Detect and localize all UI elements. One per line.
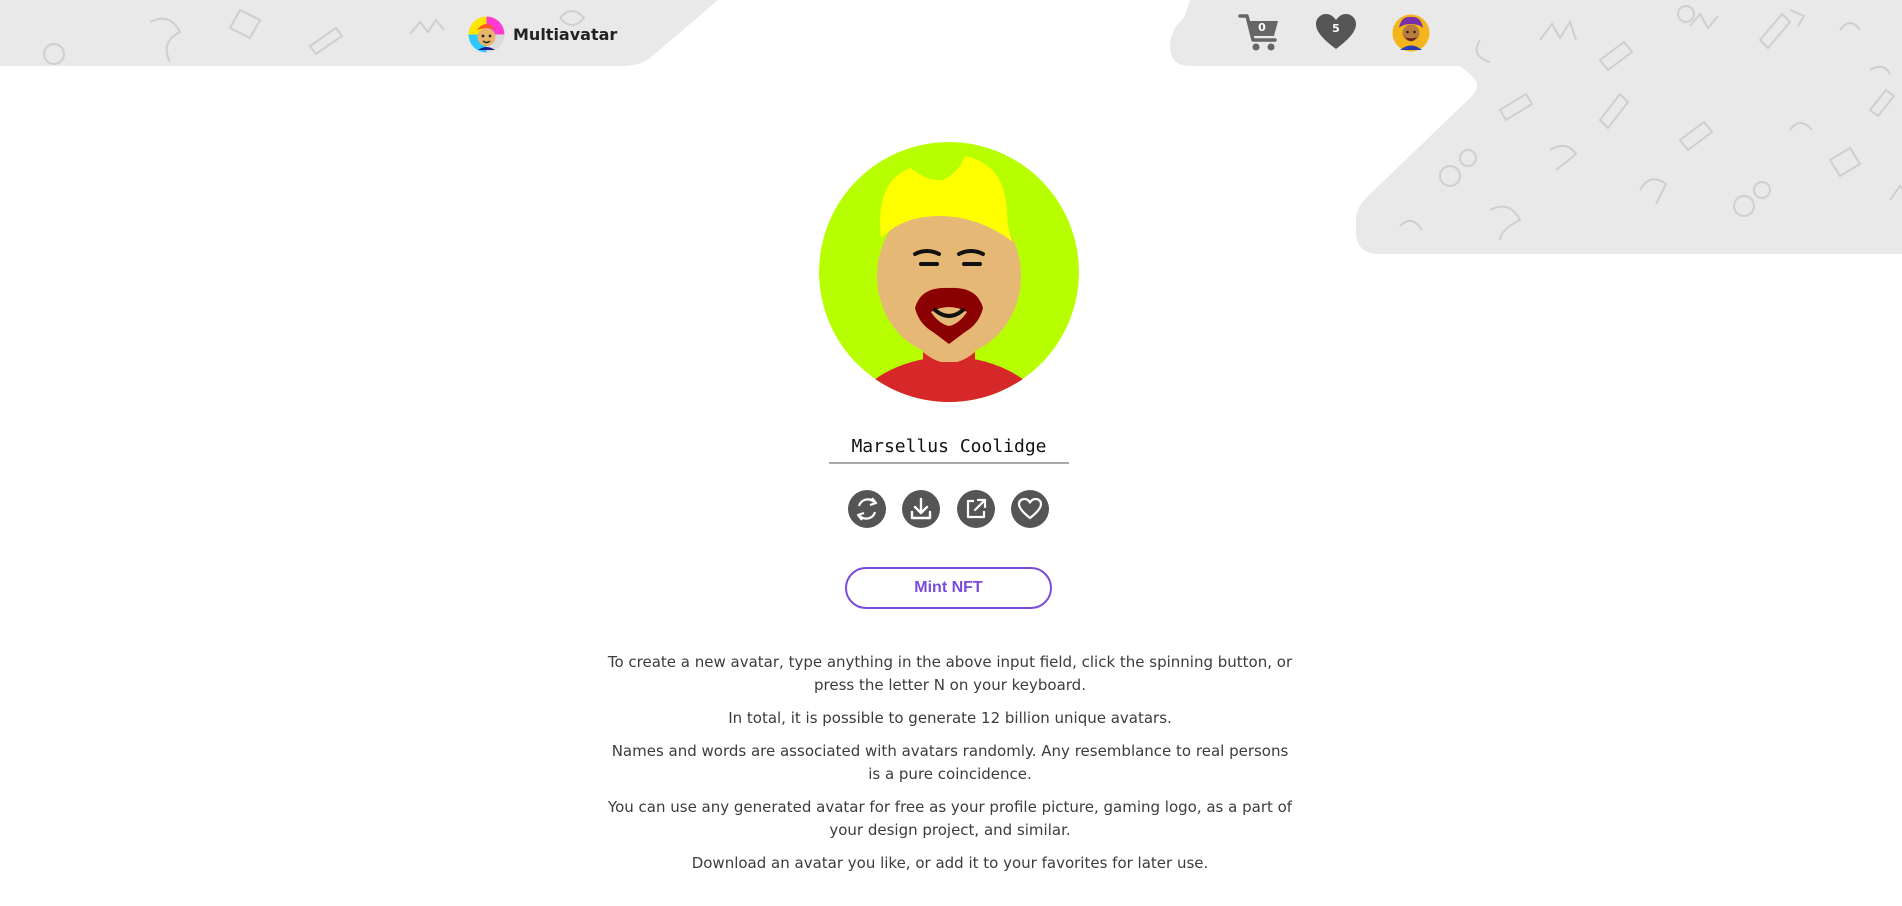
refresh-icon xyxy=(856,497,878,521)
brand-name: Multiavatar xyxy=(513,24,618,44)
avatar-image xyxy=(819,142,1079,402)
avatar-actions xyxy=(848,490,1049,528)
favorite-button[interactable] xyxy=(1011,490,1049,528)
info-paragraph: Download an avatar you like, or add it t… xyxy=(691,854,1209,872)
multiavatar-logo xyxy=(468,16,505,52)
refresh-button[interactable] xyxy=(848,490,886,528)
info-text: To create a new avatar, type anything in… xyxy=(605,651,1295,885)
user-avatar-button[interactable] xyxy=(1392,14,1430,52)
download-icon xyxy=(910,497,932,520)
avatar-name-input[interactable] xyxy=(829,430,1069,464)
favorites-count: 5 xyxy=(1332,22,1340,35)
cart-count: 0 xyxy=(1258,21,1266,34)
info-paragraph: In total, it is possible to generate 12 … xyxy=(728,709,1172,727)
mint-nft-button[interactable]: Mint NFT xyxy=(845,567,1052,609)
info-paragraph: To create a new avatar, type anything in… xyxy=(607,653,1293,694)
heart-outline-icon xyxy=(1017,497,1043,520)
share-button[interactable] xyxy=(957,490,995,528)
info-paragraph: You can use any generated avatar for fre… xyxy=(607,798,1293,839)
user-avatar xyxy=(1392,14,1430,52)
cart-button[interactable]: 0 xyxy=(1238,12,1284,54)
download-button[interactable] xyxy=(902,490,940,528)
brand-link[interactable]: Multiavatar xyxy=(468,14,617,54)
share-icon xyxy=(966,498,987,519)
info-paragraph: Names and words are associated with avat… xyxy=(611,742,1289,783)
favorites-button[interactable]: 5 xyxy=(1314,12,1360,54)
